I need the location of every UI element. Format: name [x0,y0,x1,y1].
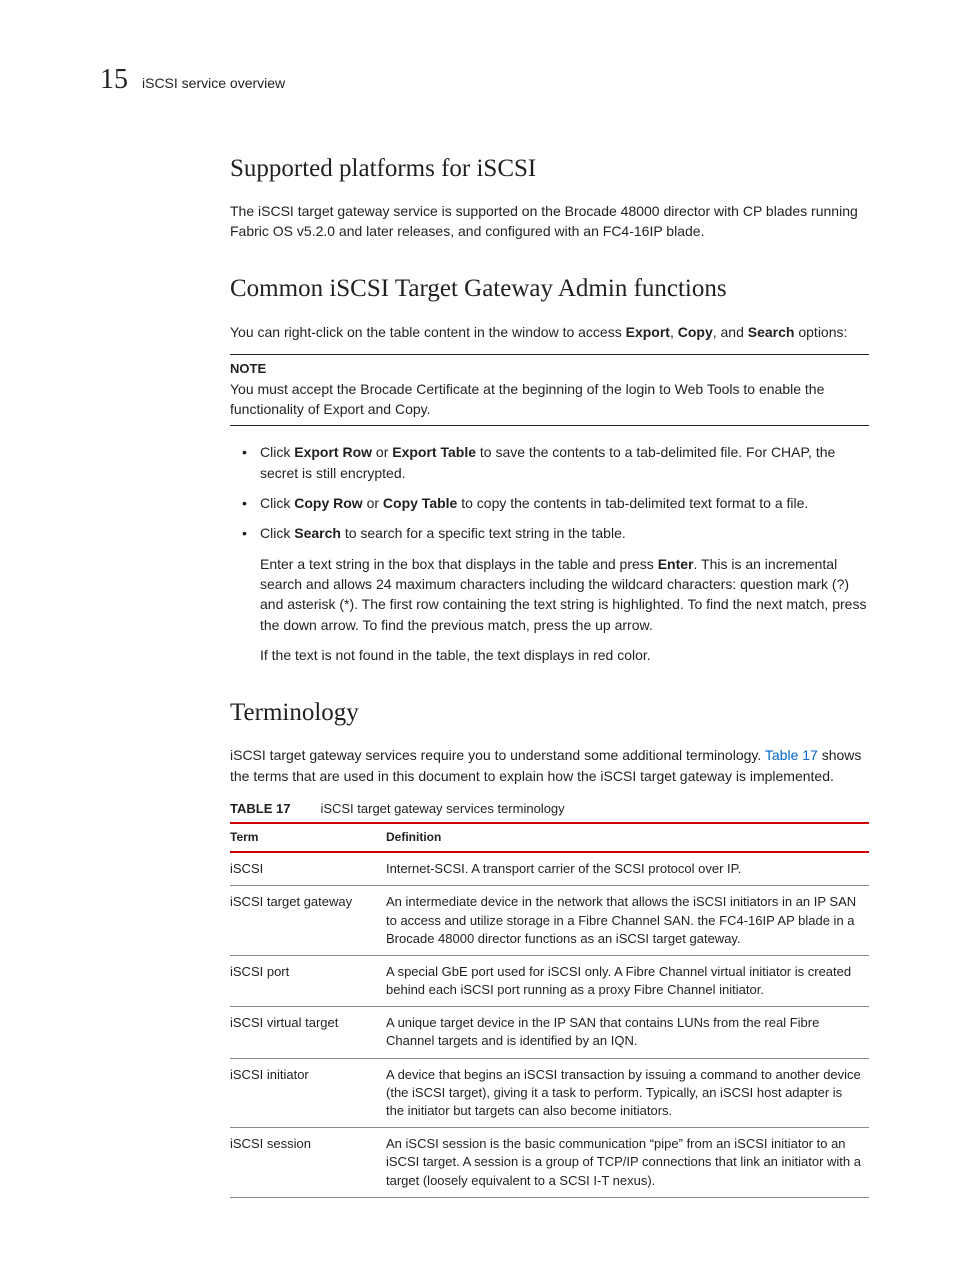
table-row: iSCSI Internet-SCSI. A transport carrier… [230,852,869,886]
bold-text: Export [626,324,670,340]
bold-text: Copy Table [383,495,457,511]
bold-text: Search [748,324,795,340]
note-block: NOTE You must accept the Brocade Certifi… [230,354,869,426]
cell-term: iSCSI [230,852,386,886]
text: to copy the contents in tab-delimited te… [457,495,808,511]
cell-term: iSCSI initiator [230,1058,386,1128]
text: Enter a text string in the box that disp… [260,556,658,572]
section-supported-platforms: Supported platforms for iSCSI The iSCSI … [230,151,869,242]
table-row: iSCSI port A special GbE port used for i… [230,955,869,1006]
table-label: TABLE 17 [230,801,290,816]
text: Click [260,495,294,511]
text: Click [260,444,294,460]
table-caption-text: iSCSI target gateway services terminolog… [320,801,564,816]
heading-supported-platforms: Supported platforms for iSCSI [230,151,869,187]
bold-text: Export Table [392,444,476,460]
text: iSCSI target gateway services require yo… [230,747,765,763]
table-header-row: Term Definition [230,823,869,852]
bold-text: Copy [678,324,713,340]
th-term: Term [230,823,386,852]
table-row: iSCSI initiator A device that begins an … [230,1058,869,1128]
bullet-list: Click Export Row or Export Table to save… [230,442,869,543]
heading-common-functions: Common iSCSI Target Gateway Admin functi… [230,271,869,307]
running-title: iSCSI service overview [142,73,285,93]
cell-definition: A special GbE port used for iSCSI only. … [386,955,869,1006]
body-text: iSCSI target gateway services require yo… [230,745,869,786]
bold-text: Copy Row [294,495,362,511]
cell-term: iSCSI session [230,1128,386,1198]
body-text: You can right-click on the table content… [230,322,869,342]
table-caption: TABLE 17 iSCSI target gateway services te… [230,800,869,819]
text: Click [260,525,294,541]
list-item: Click Search to search for a specific te… [230,523,869,543]
text: You can right-click on the table content… [230,324,626,340]
heading-terminology: Terminology [230,695,869,731]
main-content: Supported platforms for iSCSI The iSCSI … [230,151,869,1198]
text: , and [713,324,748,340]
terminology-table: Term Definition iSCSI Internet-SCSI. A t… [230,822,869,1198]
cell-definition: A device that begins an iSCSI transactio… [386,1058,869,1128]
body-text: If the text is not found in the table, t… [230,645,869,665]
table-link[interactable]: Table 17 [765,747,818,763]
note-body: You must accept the Brocade Certificate … [230,379,869,420]
bold-text: Export Row [294,444,372,460]
text: , [670,324,678,340]
bold-text: Enter [658,556,694,572]
section-common-functions: Common iSCSI Target Gateway Admin functi… [230,271,869,665]
th-definition: Definition [386,823,869,852]
cell-definition: Internet-SCSI. A transport carrier of th… [386,852,869,886]
body-text: Enter a text string in the box that disp… [230,554,869,635]
page-number: 15 [100,60,128,101]
note-label: NOTE [230,360,869,379]
page-header: 15 iSCSI service overview [100,60,869,101]
cell-term: iSCSI port [230,955,386,1006]
cell-term: iSCSI target gateway [230,886,386,956]
table-row: iSCSI target gateway An intermediate dev… [230,886,869,956]
bold-text: Search [294,525,341,541]
section-terminology: Terminology iSCSI target gateway service… [230,695,869,1198]
table-row: iSCSI session An iSCSI session is the ba… [230,1128,869,1198]
list-item: Click Export Row or Export Table to save… [230,442,869,483]
table-row: iSCSI virtual target A unique target dev… [230,1007,869,1058]
cell-definition: A unique target device in the IP SAN tha… [386,1007,869,1058]
text: to search for a specific text string in … [341,525,626,541]
cell-term: iSCSI virtual target [230,1007,386,1058]
text: options: [794,324,847,340]
text: or [372,444,392,460]
body-text: The iSCSI target gateway service is supp… [230,201,869,242]
cell-definition: An intermediate device in the network th… [386,886,869,956]
list-item: Click Copy Row or Copy Table to copy the… [230,493,869,513]
text: or [363,495,383,511]
cell-definition: An iSCSI session is the basic communicat… [386,1128,869,1198]
